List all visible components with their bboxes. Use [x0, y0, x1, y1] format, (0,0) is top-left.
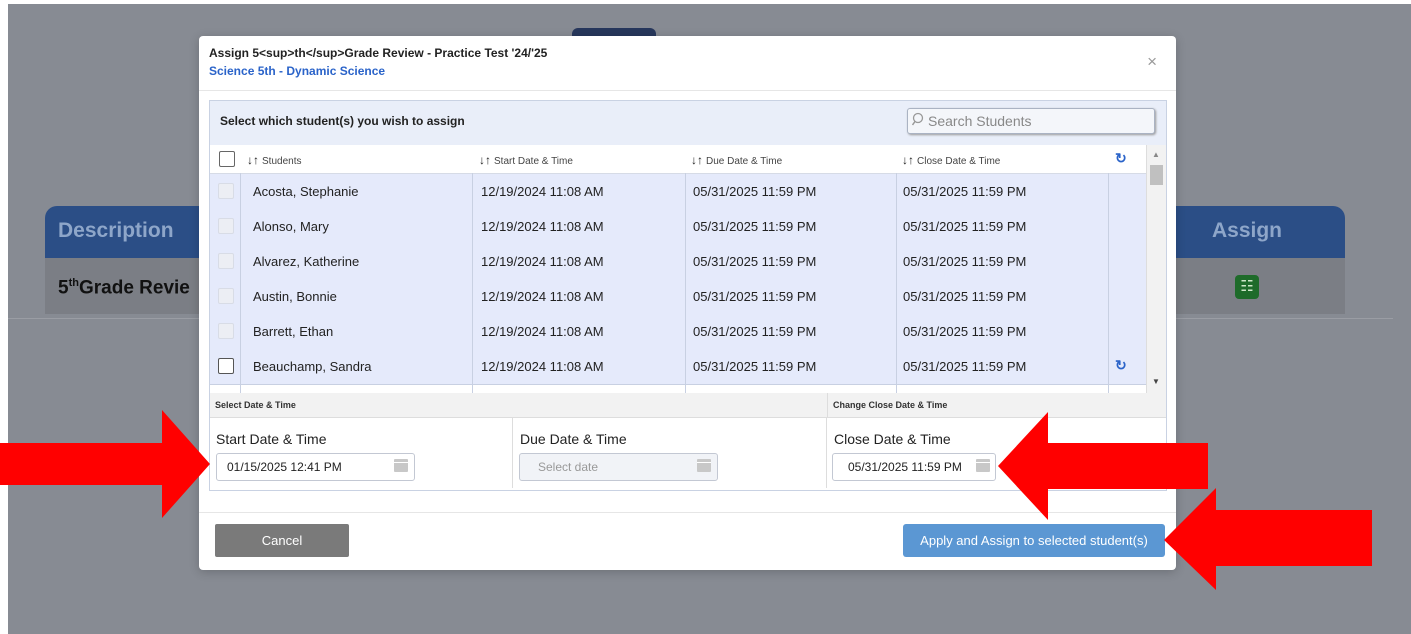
sort-icon: ↓↑	[902, 153, 914, 167]
due-date-cell: 05/31/2025 11:59 PM	[693, 289, 817, 304]
close-date-value: 05/31/2025 11:59 PM	[848, 460, 962, 474]
due-date-cell: 05/31/2025 11:59 PM	[693, 359, 817, 374]
start-column-label: Start Date & Time	[494, 156, 573, 167]
student-name: Alvarez, Katherine	[253, 254, 360, 269]
start-date-cell: 12/19/2024 11:08 AM	[481, 359, 604, 374]
date-divider	[512, 417, 513, 488]
annotation-arrow-apply-button	[1164, 488, 1372, 590]
start-date-cell: 12/19/2024 11:08 AM	[481, 324, 604, 339]
select-all-checkbox[interactable]	[219, 151, 235, 167]
table-row[interactable]: Beauchamp, Sandra 12/19/2024 11:08 AM 05/3…	[210, 349, 1146, 385]
refresh-icon[interactable]: ↻	[1115, 357, 1127, 374]
due-date-placeholder: Select date	[538, 460, 599, 474]
column-divider	[472, 173, 473, 393]
due-column-label: Due Date & Time	[706, 156, 783, 167]
grid-header: ↓↑ Students ↓↑ Start Date & Time ↓↑ Due Dat…	[210, 145, 1146, 174]
column-divider	[685, 173, 686, 393]
date-divider	[827, 393, 828, 417]
close-date-cell: 05/31/2025 11:59 PM	[903, 254, 1027, 269]
table-row[interactable]: Barrett, Ethan 12/19/2024 11:08 AM 05/31/2…	[210, 314, 1146, 350]
start-date-field[interactable]: 01/15/2025 12:41 PM	[216, 453, 415, 481]
student-checkbox	[218, 183, 234, 199]
background-description-header: Description	[58, 219, 174, 242]
background-assign-header: Assign	[1212, 219, 1283, 242]
start-date-value: 01/15/2025 12:41 PM	[227, 460, 342, 474]
apply-assign-button[interactable]: Apply and Assign to selected student(s)	[903, 524, 1165, 557]
sort-close-header[interactable]: ↓↑ Close Date & Time	[902, 153, 1000, 167]
background-assessment-title: 5thGrade Revie	[58, 277, 190, 299]
due-date-field[interactable]: Select date	[519, 453, 718, 481]
close-date-field[interactable]: 05/31/2025 11:59 PM	[832, 453, 996, 481]
due-date-label: Due Date & Time	[520, 431, 627, 447]
cancel-button[interactable]: Cancel	[215, 524, 349, 557]
close-column-label: Close Date & Time	[917, 156, 1001, 167]
table-row[interactable]: Alvarez, Katherine 12/19/2024 11:08 AM 05/…	[210, 244, 1146, 280]
due-date-cell: 05/31/2025 11:59 PM	[693, 324, 817, 339]
start-date-cell: 12/19/2024 11:08 AM	[481, 219, 604, 234]
student-checkbox	[218, 288, 234, 304]
table-row[interactable]: Alonso, Mary 12/19/2024 11:08 AM 05/31/202…	[210, 209, 1146, 245]
sort-students-header[interactable]: ↓↑ Students	[247, 153, 301, 167]
checklist-icon: ☷	[1235, 275, 1259, 299]
column-divider	[1108, 173, 1109, 393]
panel-header: Select which student(s) you wish to assi…	[210, 101, 1166, 145]
change-close-date-header: Change Close Date & Time	[833, 400, 948, 410]
student-grid: ↓↑ Students ↓↑ Start Date & Time ↓↑ Due Dat…	[210, 145, 1146, 393]
column-divider	[240, 173, 241, 393]
student-name: Barrett, Ethan	[253, 324, 334, 339]
scroll-thumb[interactable]	[1150, 165, 1163, 185]
start-date-cell: 12/19/2024 11:08 AM	[481, 184, 604, 199]
search-icon	[911, 112, 925, 129]
annotation-arrow-start-date	[0, 410, 210, 518]
date-divider	[826, 417, 827, 488]
student-name: Austin, Bonnie	[253, 289, 337, 304]
refresh-icon[interactable]: ↻	[1115, 150, 1127, 167]
modal-header-divider	[199, 90, 1176, 91]
student-checkbox[interactable]	[218, 358, 234, 374]
students-column-label: Students	[262, 156, 302, 167]
column-divider	[896, 173, 897, 393]
table-row[interactable]: Acosta, Stephanie 12/19/2024 11:08 AM 05/3…	[210, 174, 1146, 210]
due-date-cell: 05/31/2025 11:59 PM	[693, 184, 817, 199]
student-checkbox	[218, 218, 234, 234]
student-name: Beauchamp, Sandra	[253, 359, 372, 374]
start-date-cell: 12/19/2024 11:08 AM	[481, 254, 604, 269]
sort-due-header[interactable]: ↓↑ Due Date & Time	[691, 153, 782, 167]
calendar-icon[interactable]	[394, 459, 408, 472]
close-date-label: Close Date & Time	[834, 431, 951, 447]
calendar-icon[interactable]	[976, 459, 990, 472]
search-box[interactable]	[907, 108, 1155, 134]
student-name: Alonso, Mary	[253, 219, 329, 234]
start-date-cell: 12/19/2024 11:08 AM	[481, 289, 604, 304]
search-input[interactable]	[926, 111, 1150, 131]
calendar-icon[interactable]	[697, 459, 711, 472]
close-date-cell: 05/31/2025 11:59 PM	[903, 219, 1027, 234]
student-name: Acosta, Stephanie	[253, 184, 359, 199]
select-date-header: Select Date & Time	[215, 400, 296, 410]
start-date-label: Start Date & Time	[216, 431, 327, 447]
modal-title: Assign 5<sup>th</sup>Grade Review - Prac…	[209, 46, 548, 60]
scroll-down-arrow[interactable]: ▼	[1152, 377, 1160, 386]
due-date-cell: 05/31/2025 11:59 PM	[693, 219, 817, 234]
close-date-cell: 05/31/2025 11:59 PM	[903, 184, 1027, 199]
close-date-cell: 05/31/2025 11:59 PM	[903, 359, 1027, 374]
due-date-cell: 05/31/2025 11:59 PM	[693, 254, 817, 269]
sort-icon: ↓↑	[247, 153, 259, 167]
sort-icon: ↓↑	[479, 153, 491, 167]
sort-icon: ↓↑	[691, 153, 703, 167]
instruction-label: Select which student(s) you wish to assi…	[220, 114, 465, 128]
student-checkbox	[218, 323, 234, 339]
close-date-cell: 05/31/2025 11:59 PM	[903, 289, 1027, 304]
grid-scrollbar[interactable]: ▲ ▼	[1146, 145, 1166, 393]
scroll-up-arrow[interactable]: ▲	[1152, 150, 1160, 159]
student-checkbox	[218, 253, 234, 269]
close-icon[interactable]: ×	[1147, 52, 1157, 72]
sort-start-header[interactable]: ↓↑ Start Date & Time	[479, 153, 573, 167]
modal-subtitle: Science 5th - Dynamic Science	[209, 64, 386, 78]
table-row[interactable]: Austin, Bonnie 12/19/2024 11:08 AM 05/31/2…	[210, 279, 1146, 315]
close-date-cell: 05/31/2025 11:59 PM	[903, 324, 1027, 339]
